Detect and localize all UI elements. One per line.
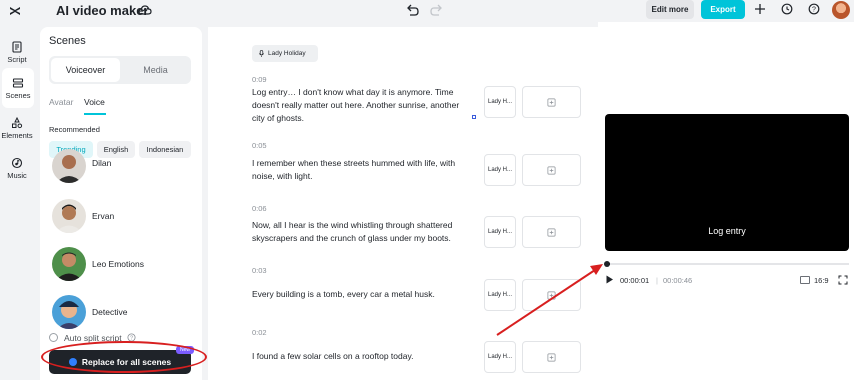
- scene-voice-button[interactable]: Lady H...: [484, 86, 516, 118]
- svg-text:?: ?: [812, 7, 816, 14]
- scene-text[interactable]: Now, all I hear is the wind whistling th…: [252, 219, 474, 245]
- voice-name: Ervan: [92, 211, 115, 221]
- rail-label: Scenes: [5, 90, 31, 100]
- text-cursor-marker: [472, 115, 476, 119]
- app-title: AI video maker: [56, 3, 149, 18]
- video-caption: Log entry: [708, 226, 746, 236]
- tab-voiceover[interactable]: Voiceover: [51, 58, 120, 82]
- scenes-icon: [12, 77, 24, 88]
- voice-avatar: [52, 149, 86, 183]
- add-media-icon: [547, 291, 556, 299]
- progress-knob[interactable]: [604, 261, 610, 267]
- script-area: Lady Holiday 0:09 Log entry… I don't kno…: [208, 27, 598, 380]
- speaker-icon: [259, 50, 264, 57]
- elements-icon: [12, 116, 23, 128]
- undo-icon[interactable]: [405, 3, 419, 17]
- rail-item-elements[interactable]: Elements: [0, 108, 34, 148]
- scene-text[interactable]: I remember when these streets hummed wit…: [252, 157, 474, 183]
- export-button[interactable]: Export: [701, 0, 745, 19]
- recommended-label: Recommended: [49, 125, 100, 134]
- music-icon: [11, 157, 23, 168]
- scene-duration: 0:06: [252, 204, 267, 213]
- scene-text[interactable]: Log entry… I don't know what day it is a…: [252, 86, 474, 125]
- scene-duration: 0:02: [252, 328, 267, 337]
- script-icon: [12, 40, 22, 53]
- scene-media-button[interactable]: [522, 216, 581, 248]
- speaker-chip[interactable]: Lady Holiday: [252, 45, 318, 62]
- voice-item-dilan[interactable]: Dilan: [52, 149, 192, 191]
- scene-text[interactable]: I found a few solar cells on a rooftop t…: [252, 350, 474, 363]
- redo-icon[interactable]: [430, 3, 444, 17]
- voice-name: Dilan: [92, 158, 112, 168]
- scene-voice-button[interactable]: Lady H...: [484, 154, 516, 186]
- voice-item-leo-emotions[interactable]: Leo Emotions: [52, 247, 192, 283]
- aspect-ratio-icon[interactable]: [800, 276, 810, 284]
- auto-split-checkbox[interactable]: [49, 333, 58, 342]
- scene-duration: 0:03: [252, 266, 267, 275]
- scene-voice-button[interactable]: Lady H...: [484, 279, 516, 311]
- left-rail: Script Scenes Elements Music: [0, 22, 34, 380]
- user-avatar[interactable]: [832, 1, 850, 19]
- rail-item-music[interactable]: Music: [0, 148, 34, 188]
- scene-media-button[interactable]: [522, 341, 581, 373]
- voice-item-detective[interactable]: Detective: [52, 295, 192, 331]
- help-icon[interactable]: ?: [808, 3, 820, 15]
- top-bar: AI video maker Edit more Export ?: [0, 0, 854, 22]
- aspect-ratio-label[interactable]: 16:9: [814, 276, 829, 285]
- voice-avatar: [52, 247, 86, 281]
- tab-media[interactable]: Media: [122, 58, 189, 82]
- scene-duration: 0:05: [252, 141, 267, 150]
- edit-more-button[interactable]: Edit more: [646, 0, 694, 19]
- plus-icon[interactable]: [754, 3, 766, 15]
- add-media-icon: [547, 228, 556, 236]
- voice-name: Detective: [92, 307, 128, 317]
- voice-avatar: [52, 295, 86, 329]
- rail-label: Music: [7, 170, 27, 180]
- voice-media-toggle: Voiceover Media: [49, 56, 191, 84]
- total-time: 00:00:46: [663, 276, 693, 285]
- subtab-voice[interactable]: Voice: [84, 97, 105, 107]
- add-media-icon: [547, 166, 556, 174]
- capcut-logo-icon[interactable]: [8, 4, 22, 18]
- voice-name: Leo Emotions: [92, 259, 144, 269]
- scene-voice-button[interactable]: Lady H...: [484, 216, 516, 248]
- play-icon[interactable]: [605, 275, 614, 284]
- panel-title: Scenes: [49, 35, 86, 47]
- scene-text[interactable]: Every building is a tomb, every car a me…: [252, 288, 474, 301]
- scene-media-button[interactable]: [522, 86, 581, 118]
- rail-item-scenes[interactable]: Scenes: [2, 68, 34, 108]
- voice-item-ervan[interactable]: Ervan: [52, 199, 192, 235]
- rail-label: Elements: [1, 130, 33, 140]
- subtab-avatar[interactable]: Avatar: [49, 97, 73, 107]
- scenes-panel: Scenes Voiceover Media Avatar Voice Reco…: [40, 27, 202, 380]
- history-icon[interactable]: [781, 3, 793, 15]
- scene-duration: 0:09: [252, 75, 267, 84]
- rail-label: Script: [7, 54, 27, 64]
- speaker-name: Lady Holiday: [268, 50, 306, 57]
- scene-media-button[interactable]: [522, 154, 581, 186]
- fullscreen-icon[interactable]: [838, 275, 848, 285]
- annotation-ellipse: [41, 341, 207, 373]
- rail-item-script[interactable]: Script: [0, 32, 34, 72]
- scene-voice-button[interactable]: Lady H...: [484, 341, 516, 373]
- progress-track[interactable]: [605, 263, 849, 265]
- time-separator: |: [656, 276, 658, 285]
- add-media-icon: [547, 98, 556, 106]
- active-subtab-underline: [84, 113, 106, 115]
- current-time: 00:00:01: [620, 276, 650, 285]
- add-media-icon: [547, 353, 556, 361]
- voice-avatar: [52, 199, 86, 233]
- scene-media-button[interactable]: [522, 279, 581, 311]
- cloud-sync-icon[interactable]: [138, 4, 152, 16]
